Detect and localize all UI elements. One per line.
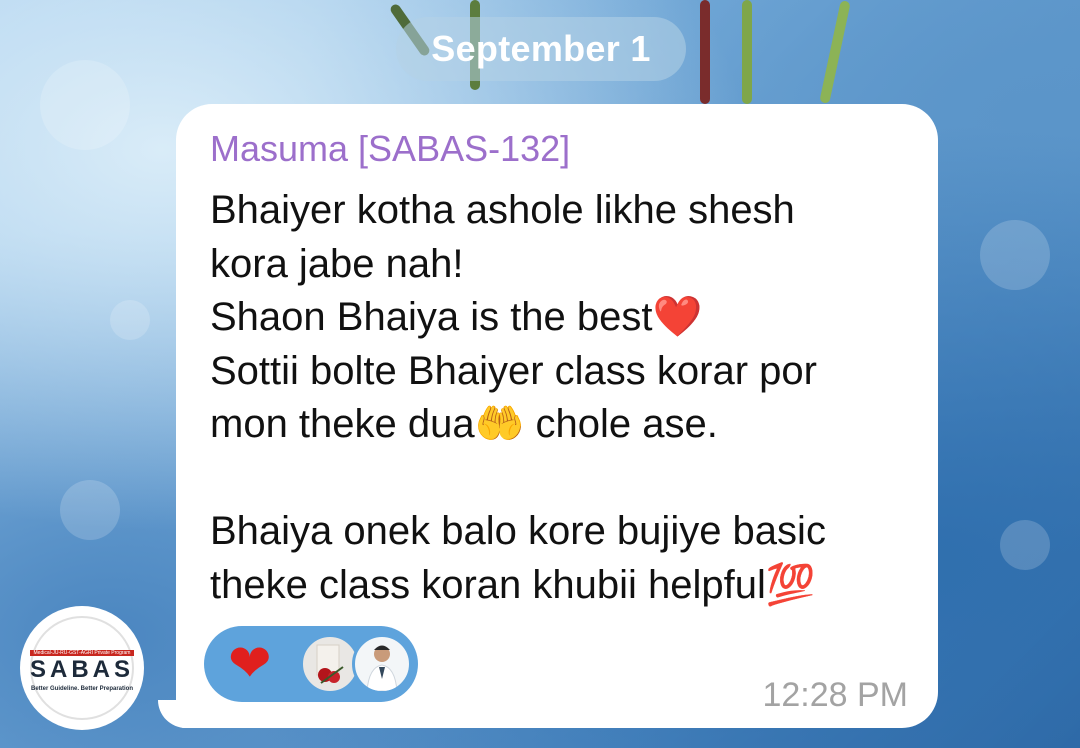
message-time: 12:28 PM bbox=[762, 676, 908, 714]
message-line: theke class koran khubii helpful💯 bbox=[210, 562, 816, 607]
channel-avatar[interactable]: Medical-JU-RU-GST-AGRI Private Program S… bbox=[20, 606, 144, 730]
message-line: Bhaiyer kotha ashole likhe shesh bbox=[210, 188, 795, 232]
message-line bbox=[210, 452, 922, 506]
sender-name[interactable]: Masuma [SABAS-132] bbox=[210, 128, 570, 170]
message-line: Bhaiya onek balo kore bujiye basic bbox=[210, 509, 826, 553]
message-bubble[interactable]: Masuma [SABAS-132] Bhaiyer kotha ashole … bbox=[176, 104, 938, 728]
heart-reaction-icon: ❤ bbox=[228, 635, 272, 693]
logo-name: SABAS bbox=[29, 656, 134, 683]
message-line: Shaon Bhaiya is the best❤️ bbox=[210, 295, 703, 339]
message-line: kora jabe nah! bbox=[210, 241, 464, 286]
message-text: Bhaiyer kotha ashole likhe shesh kora ja… bbox=[210, 184, 922, 612]
reaction-pill[interactable]: ❤ bbox=[204, 626, 418, 702]
reactor-avatar-roses bbox=[300, 634, 360, 694]
message-line: Sottii bolte Bhaiyer class korar por bbox=[210, 348, 817, 393]
logo-tagline: Better Guideline. Better Preparation bbox=[30, 686, 134, 692]
date-separator: September 1 bbox=[396, 17, 686, 81]
message-line: mon theke dua🤲 chole ase. bbox=[210, 402, 718, 446]
reactor-avatar-doctor bbox=[352, 634, 412, 694]
